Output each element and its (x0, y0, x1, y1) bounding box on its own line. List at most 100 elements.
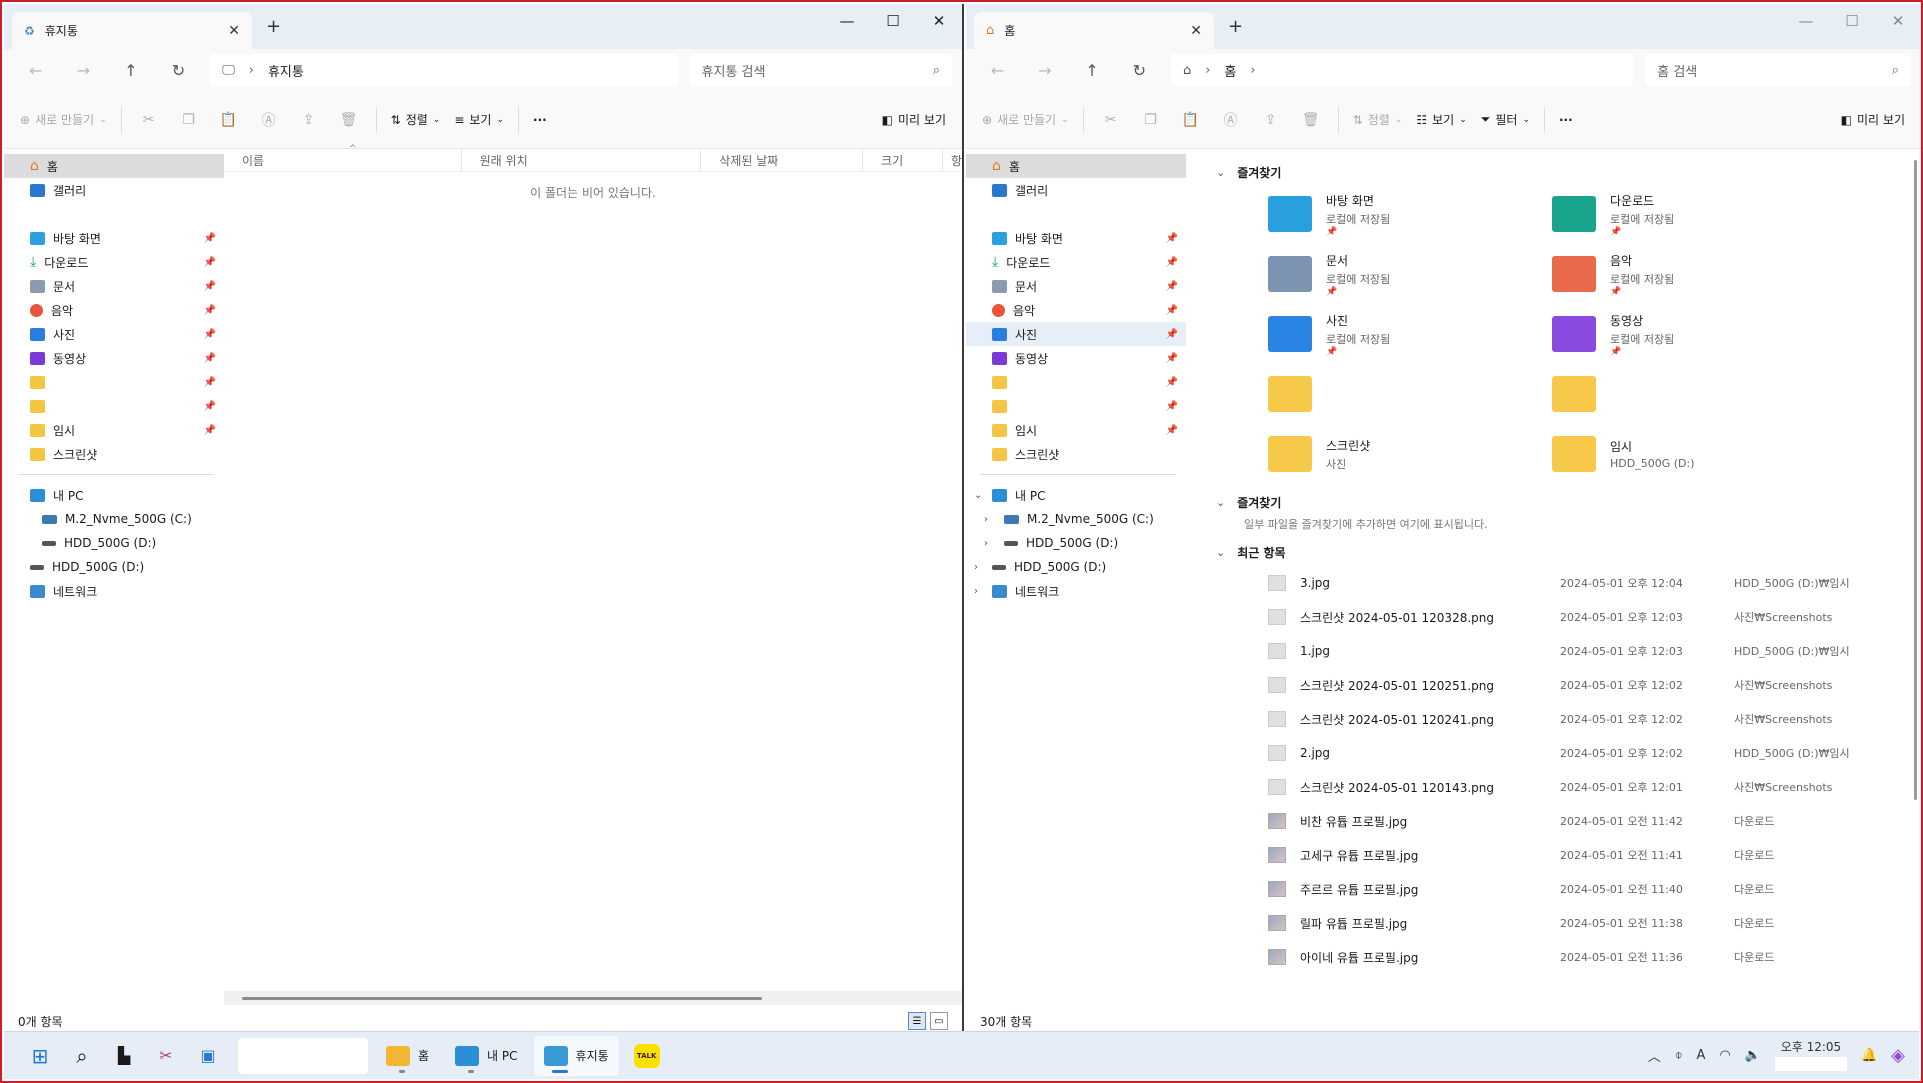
paste-icon[interactable]: 📋 (1178, 112, 1204, 128)
close-window-button[interactable]: ✕ (916, 4, 962, 38)
new-tab-button[interactable]: + (1228, 16, 1243, 37)
chevron-right-icon[interactable]: › (1250, 63, 1255, 78)
nav-item-drive-c[interactable]: M.2_Nvme_500G (C:) (4, 507, 224, 531)
rename-icon[interactable]: Ⓐ (256, 110, 282, 130)
copilot-icon[interactable]: ◈ (1891, 1045, 1905, 1066)
nav-item-home[interactable]: ⌂ 홈 (4, 154, 224, 178)
nav-item-videos[interactable]: 동영상 📌 (966, 346, 1186, 370)
cut-icon[interactable]: ✂ (136, 112, 162, 128)
tab-home[interactable]: ⌂ 홈 ✕ (974, 12, 1214, 49)
recent-file-row[interactable]: 스크린샷 2024-05-01 120328.png 2024-05-01 오후 … (1186, 600, 1921, 634)
recent-file-row[interactable]: 1.jpg 2024-05-01 오후 12:03 HDD_500G (D:)₩임시 (1186, 634, 1921, 668)
close-tab-icon[interactable]: ✕ (1190, 23, 1202, 39)
volume-icon[interactable]: 🔈 (1745, 1048, 1761, 1063)
nav-item-drive-d[interactable]: HDD_500G (D:) (4, 531, 224, 555)
recent-file-row[interactable]: 스크린샷 2024-05-01 120251.png 2024-05-01 오후 … (1186, 668, 1921, 702)
more-options-button[interactable]: ··· (533, 113, 547, 127)
nav-item-folder[interactable]: 📌 (966, 394, 1186, 418)
nav-item-home[interactable]: ⌂ 홈 (966, 154, 1186, 178)
horizontal-scrollbar[interactable] (224, 991, 962, 1005)
chevron-right-icon[interactable]: › (984, 514, 988, 525)
address-bar[interactable]: 🖵 › 휴지통 (210, 54, 678, 86)
copy-icon[interactable]: ❐ (1138, 112, 1164, 128)
nav-item-desktop[interactable]: 바탕 화면 📌 (966, 226, 1186, 250)
chevron-up-icon[interactable]: ︿ (1648, 1046, 1661, 1065)
column-header-type[interactable]: 항 (943, 150, 962, 172)
refresh-icon[interactable]: ↻ (157, 54, 201, 86)
usb-icon[interactable]: ⌽ (1675, 1048, 1683, 1063)
quick-access-item[interactable] (1552, 366, 1836, 422)
quick-access-item[interactable]: 바탕 화면 로컬에 저장됨 📌 (1268, 186, 1552, 242)
nav-item-this-pc[interactable]: ⌄ 내 PC (966, 483, 1186, 507)
recent-file-row[interactable]: 아이네 유튭 프로필.jpg 2024-05-01 오전 11:36 다운로드 (1186, 940, 1921, 974)
copy-icon[interactable]: ❐ (176, 112, 202, 128)
new-button[interactable]: ⊕ 새로 만들기 ⌄ (20, 111, 107, 128)
nav-item-drive-d[interactable]: › HDD_500G (D:) (966, 531, 1186, 555)
column-header-original-location[interactable]: 원래 위치 (462, 149, 702, 172)
quick-access-item[interactable]: 음악 로컬에 저장됨 📌 (1552, 246, 1836, 302)
recent-file-row[interactable]: 3.jpg 2024-05-01 오후 12:04 HDD_500G (D:)₩임시 (1186, 566, 1921, 600)
nav-item-music[interactable]: 음악 📌 (4, 298, 224, 322)
quick-access-item[interactable]: 다운로드 로컬에 저장됨 📌 (1552, 186, 1836, 242)
up-arrow-icon[interactable]: ↑ (1070, 54, 1113, 86)
search-input[interactable]: 휴지통 검색 ⌕ (689, 54, 953, 86)
cut-icon[interactable]: ✂ (1098, 112, 1124, 128)
column-header-date-deleted[interactable]: 삭제된 날짜 (701, 149, 864, 172)
delete-icon[interactable]: 🗑 (336, 112, 362, 128)
quick-access-item[interactable]: 동영상 로컬에 저장됨 📌 (1552, 306, 1836, 362)
quick-access-item[interactable]: 사진 로컬에 저장됨 📌 (1268, 306, 1552, 362)
maximize-button[interactable]: ☐ (870, 4, 916, 38)
new-tab-button[interactable]: + (266, 16, 281, 37)
share-icon[interactable]: ⇪ (296, 112, 322, 128)
nav-item-network[interactable]: › 네트워크 (966, 579, 1186, 603)
nav-item-desktop[interactable]: 바탕 화면 📌 (4, 226, 224, 250)
recent-file-row[interactable]: 2.jpg 2024-05-01 오후 12:02 HDD_500G (D:)₩임시 (1186, 736, 1921, 770)
sort-button[interactable]: ⇅ 정렬 ⌄ (391, 111, 441, 128)
nav-item-downloads[interactable]: ⤓ 다운로드 📌 (4, 250, 224, 274)
input-method-icon[interactable]: A (1697, 1048, 1706, 1063)
store-icon[interactable]: ▣ (188, 1036, 228, 1076)
scrollbar-thumb[interactable] (242, 997, 762, 1000)
kakaotalk-icon[interactable]: TALK (627, 1036, 667, 1076)
back-arrow-icon[interactable]: ← (976, 54, 1019, 86)
quick-access-item[interactable] (1268, 366, 1552, 422)
recent-file-row[interactable]: 릴파 유튭 프로필.jpg 2024-05-01 오전 11:38 다운로드 (1186, 906, 1921, 940)
forward-arrow-icon[interactable]: → (1023, 54, 1066, 86)
details-view-icon[interactable]: ☰ (908, 1012, 926, 1030)
filter-button[interactable]: ⏷ 필터 ⌄ (1481, 111, 1530, 128)
quick-access-item[interactable]: 문서 로컬에 저장됨 📌 (1268, 246, 1552, 302)
rename-icon[interactable]: Ⓐ (1218, 110, 1244, 130)
chevron-right-icon[interactable]: › (984, 538, 988, 549)
search-input[interactable]: 홈 검색 ⌕ (1645, 54, 1911, 86)
nav-item-music[interactable]: 음악 📌 (966, 298, 1186, 322)
nav-item-drive-d-root[interactable]: › HDD_500G (D:) (966, 555, 1186, 579)
minimize-button[interactable]: — (1783, 4, 1829, 38)
nav-item-folder[interactable]: 📌 (966, 370, 1186, 394)
tiles-view-icon[interactable]: ▭ (930, 1012, 948, 1030)
nav-item-documents[interactable]: 문서 📌 (4, 274, 224, 298)
clock[interactable]: 오후 12:05 (1774, 1040, 1847, 1071)
nav-item-folder[interactable]: 📌 (4, 370, 224, 394)
breadcrumb[interactable]: 홈 (1224, 61, 1236, 80)
nav-item-network[interactable]: 네트워크 (4, 579, 224, 603)
new-button[interactable]: ⊕ 새로 만들기 ⌄ (982, 111, 1069, 128)
nav-item-temp[interactable]: 임시 📌 (966, 418, 1186, 442)
chevron-right-icon[interactable]: › (974, 562, 978, 573)
vertical-scrollbar[interactable] (1914, 160, 1917, 800)
paste-icon[interactable]: 📋 (216, 112, 242, 128)
taskbar-app[interactable]: 홈 (376, 1036, 439, 1076)
favorites-header[interactable]: ⌄ 즐겨찾기 (1186, 488, 1921, 516)
notification-bell-icon[interactable]: 🔔 (1861, 1048, 1877, 1063)
minimize-button[interactable]: — (824, 4, 870, 38)
recent-header[interactable]: ⌄ 최근 항목 (1186, 538, 1921, 566)
chevron-down-icon[interactable]: ⌄ (974, 490, 982, 501)
recent-file-row[interactable]: 주르르 유튭 프로필.jpg 2024-05-01 오전 11:40 다운로드 (1186, 872, 1921, 906)
nav-item-pictures[interactable]: 사진 📌 (966, 322, 1186, 346)
nav-item-screenshots[interactable]: 스크린샷 (966, 442, 1186, 466)
column-header-name[interactable]: 이름 (224, 149, 462, 172)
wifi-icon[interactable]: ◠ (1719, 1048, 1730, 1063)
taskbar-app[interactable]: 휴지통 (533, 1035, 619, 1076)
preview-pane-button[interactable]: ◧ 미리 보기 (1841, 111, 1905, 128)
search-icon[interactable]: ⌕ (62, 1036, 102, 1076)
nav-item-drive-d-root[interactable]: HDD_500G (D:) (4, 555, 224, 579)
